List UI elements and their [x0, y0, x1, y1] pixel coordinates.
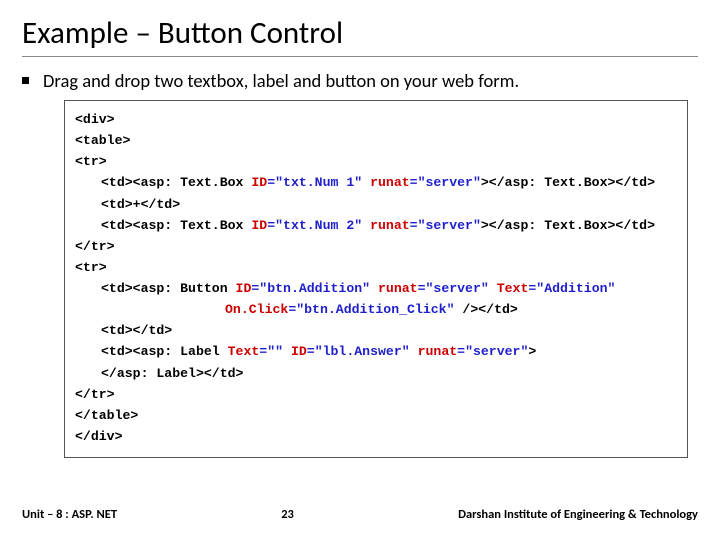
code-val: ="server" — [418, 281, 489, 296]
code-attr: ID — [283, 344, 307, 359]
code-seg: ></asp: Text.Box></td> — [481, 218, 655, 233]
code-seg: ></asp: Text.Box></td> — [481, 175, 655, 190]
code-line: <td></td> — [75, 320, 677, 341]
code-line: On.Click="btn.Addition_Click" /></td> — [75, 299, 677, 320]
slide: Example – Button Control Drag and drop t… — [0, 0, 720, 458]
code-attr: runat — [362, 218, 409, 233]
code-line: <td><asp: Text.Box ID="txt.Num 2" runat=… — [75, 215, 677, 236]
code-attr: Text — [228, 344, 260, 359]
code-line: </asp: Label></td> — [75, 363, 677, 384]
footer-unit: Unit – 8 : ASP. NET — [22, 507, 117, 522]
code-val: ="lbl.Answer" — [307, 344, 410, 359]
code-val: ="btn.Addition" — [251, 281, 370, 296]
code-line: <div> — [75, 109, 677, 130]
code-block: <div> <table> <tr> <td><asp: Text.Box ID… — [64, 100, 688, 458]
code-attr: runat — [362, 175, 409, 190]
code-seg: > — [528, 344, 536, 359]
bullet-row: Drag and drop two textbox, label and but… — [22, 69, 698, 92]
code-val: ="server" — [410, 175, 481, 190]
bullet-text: Drag and drop two textbox, label and but… — [43, 69, 519, 92]
code-line: <td><asp: Text.Box ID="txt.Num 1" runat=… — [75, 172, 677, 193]
code-line: <table> — [75, 130, 677, 151]
footer-institute: Darshan Institute of Engineering & Techn… — [458, 507, 698, 522]
code-val: ="txt.Num 1" — [267, 175, 362, 190]
code-seg: <td><asp: Text.Box — [101, 218, 251, 233]
code-line: </tr> — [75, 236, 677, 257]
code-seg: <td><asp: Text.Box — [101, 175, 251, 190]
code-attr: ID — [251, 218, 267, 233]
code-line: <td><asp: Label Text="" ID="lbl.Answer" … — [75, 341, 677, 362]
code-line: <tr> — [75, 257, 677, 278]
code-seg: <td><asp: Label — [101, 344, 228, 359]
code-line: <td>+</td> — [75, 194, 677, 215]
footer-page-number: 23 — [281, 507, 294, 522]
code-attr: runat — [370, 281, 417, 296]
code-line: </table> — [75, 405, 677, 426]
code-attr: ID — [236, 281, 252, 296]
code-val: ="Addition" — [528, 281, 615, 296]
slide-title: Example – Button Control — [22, 14, 698, 57]
code-attr: ID — [251, 175, 267, 190]
code-val: ="server" — [410, 218, 481, 233]
bullet-square-icon — [22, 77, 29, 84]
code-seg: /></td> — [455, 302, 518, 317]
code-line: </tr> — [75, 384, 677, 405]
code-attr: On.Click — [225, 302, 288, 317]
code-val: ="txt.Num 2" — [267, 218, 362, 233]
code-val: ="" — [259, 344, 283, 359]
code-line: </div> — [75, 426, 677, 447]
code-attr: Text — [489, 281, 529, 296]
code-seg: <td><asp: Button — [101, 281, 236, 296]
code-val: ="btn.Addition_Click" — [288, 302, 454, 317]
code-line: <td><asp: Button ID="btn.Addition" runat… — [75, 278, 677, 299]
code-line: <tr> — [75, 151, 677, 172]
code-attr: runat — [410, 344, 457, 359]
slide-footer: Unit – 8 : ASP. NET 23 Darshan Institute… — [0, 507, 720, 522]
code-val: ="server" — [457, 344, 528, 359]
